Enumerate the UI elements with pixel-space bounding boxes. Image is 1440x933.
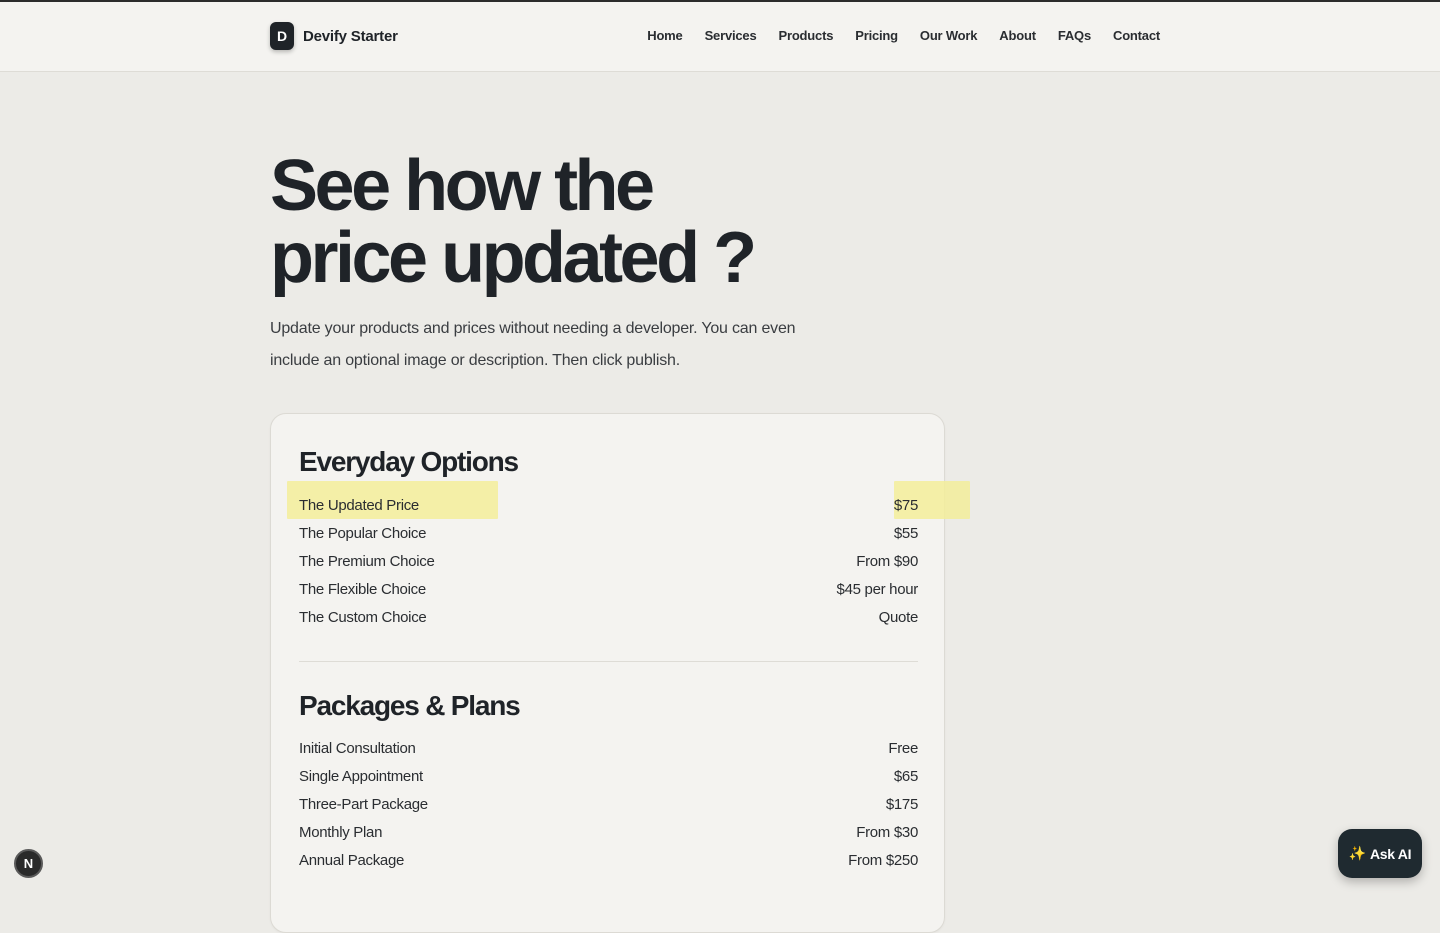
pricing-card: Everyday Options The Updated Price $75 T… bbox=[270, 413, 970, 933]
list-item: The Updated Price $75 bbox=[287, 481, 970, 519]
sparkles-icon: ✨ bbox=[1348, 845, 1366, 861]
item-name: The Premium Choice bbox=[299, 552, 435, 570]
list-item: The Premium Choice From $90 bbox=[299, 547, 918, 575]
nextjs-badge-button[interactable]: N bbox=[14, 849, 43, 878]
nav-home[interactable]: Home bbox=[647, 28, 683, 43]
item-name: The Custom Choice bbox=[299, 608, 427, 626]
item-name: Monthly Plan bbox=[299, 823, 383, 841]
ask-ai-label: Ask AI bbox=[1369, 845, 1412, 862]
nav-products[interactable]: Products bbox=[778, 28, 833, 43]
item-name: Initial Consultation bbox=[299, 739, 416, 757]
everyday-options-list: The Updated Price $75 The Popular Choice… bbox=[287, 481, 970, 631]
hero-subtitle: Update your products and prices without … bbox=[270, 320, 796, 369]
nav-pricing[interactable]: Pricing bbox=[855, 28, 898, 43]
item-price: $65 bbox=[893, 767, 918, 785]
item-name: Single Appointment bbox=[299, 767, 423, 785]
nav-faqs[interactable]: FAQs bbox=[1058, 28, 1091, 43]
item-price: From $30 bbox=[856, 823, 918, 841]
hero-title-line-2: price updated ? bbox=[270, 218, 757, 298]
list-item: Monthly Plan From $30 bbox=[299, 818, 918, 846]
item-name: The Flexible Choice bbox=[299, 580, 426, 598]
everyday-options-title: Everyday Options bbox=[299, 446, 519, 477]
packages-plans-list: Initial Consultation Free Single Appoint… bbox=[299, 734, 918, 874]
item-price: From $90 bbox=[856, 552, 918, 570]
item-name: The Popular Choice bbox=[299, 524, 427, 542]
nav-about[interactable]: About bbox=[999, 28, 1036, 43]
list-item: Initial Consultation Free bbox=[299, 734, 918, 762]
nav-our-work[interactable]: Our Work bbox=[920, 28, 978, 43]
nav-services[interactable]: Services bbox=[705, 28, 757, 43]
list-item: The Popular Choice $55 bbox=[299, 519, 918, 547]
item-price: Quote bbox=[878, 608, 919, 626]
nav-contact[interactable]: Contact bbox=[1113, 28, 1160, 43]
list-item: Single Appointment $65 bbox=[299, 762, 918, 790]
ask-ai-button[interactable]: ✨ Ask AI bbox=[1338, 829, 1422, 878]
hero-title-line-1: See how the bbox=[270, 146, 655, 226]
section-divider bbox=[299, 661, 918, 662]
item-price: Free bbox=[888, 739, 918, 757]
logo-badge: D bbox=[270, 22, 294, 50]
list-item: The Custom Choice Quote bbox=[299, 603, 918, 631]
item-name: Annual Package bbox=[299, 851, 405, 869]
item-price: $175 bbox=[885, 795, 918, 813]
brand-name: Devify Starter bbox=[303, 27, 398, 45]
item-price: $45 per hour bbox=[836, 580, 919, 598]
brand-link[interactable]: D Devify Starter bbox=[270, 22, 398, 50]
site-header: D Devify Starter Home Services Products … bbox=[0, 2, 1440, 72]
item-price: $55 bbox=[893, 524, 918, 542]
item-name: Three-Part Package bbox=[299, 795, 428, 813]
item-price: $75 bbox=[893, 496, 918, 514]
list-item: Annual Package From $250 bbox=[299, 846, 918, 874]
list-item: Three-Part Package $175 bbox=[299, 790, 918, 818]
list-item: The Flexible Choice $45 per hour bbox=[299, 575, 918, 603]
item-name: The Updated Price bbox=[299, 496, 419, 514]
main-nav: Home Services Products Pricing Our Work … bbox=[647, 28, 1160, 43]
item-price: From $250 bbox=[848, 851, 918, 869]
packages-plans-title: Packages & Plans bbox=[299, 690, 521, 721]
hero-title: See how the price updated ? bbox=[270, 150, 970, 294]
